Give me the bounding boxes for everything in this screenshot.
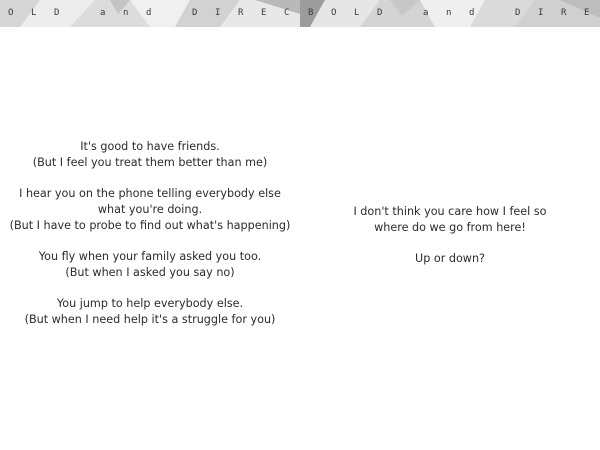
poem-line: where do we go from here! <box>374 221 526 234</box>
banner-letter: n <box>123 8 129 18</box>
banner-letter <box>492 0 515 27</box>
poem-line: Up or down? <box>415 252 485 265</box>
left-poem: It's good to have friends. (But I feel y… <box>0 139 300 343</box>
poem-stanza: It's good to have friends. (But I feel y… <box>0 139 300 171</box>
banner-letter: I <box>538 8 544 18</box>
left-banner-text: O L D a n d D I R E C <box>8 0 300 27</box>
poem-stanza: I hear you on the phone telling everybod… <box>0 186 300 234</box>
banner-letter: D <box>377 8 383 18</box>
poem-line: You fly when your family asked you too. <box>38 250 262 263</box>
right-poem: I don't think you care how I feel so whe… <box>300 204 600 282</box>
banner-letter: L <box>31 8 37 18</box>
banner-letter: O <box>8 8 14 18</box>
poem-line: what you're doing. <box>97 203 203 216</box>
banner-letter: D <box>515 8 521 18</box>
banner-letter: a <box>100 8 106 18</box>
poem-line: It's good to have friends. <box>80 140 220 153</box>
right-banner-text: B O L D a n d D I R E <box>308 0 600 27</box>
poem-stanza: You jump to help everybody else. (But wh… <box>0 296 300 328</box>
poem-stanza: You fly when your family asked you too. … <box>0 249 300 281</box>
banner-letter <box>169 0 192 27</box>
banner-letter: a <box>423 8 429 18</box>
poem-line: You jump to help everybody else. <box>56 297 244 310</box>
banner-letter: D <box>54 8 60 18</box>
poem-line: I hear you on the phone telling everybod… <box>19 187 281 200</box>
banner-letter <box>400 0 423 27</box>
banner-letter: d <box>469 8 475 18</box>
banner-letter: I <box>215 8 221 18</box>
banner-letter: L <box>354 8 360 18</box>
banner-letter: E <box>261 8 267 18</box>
banner-letter: O <box>331 8 337 18</box>
banner-letter: D <box>192 8 198 18</box>
poem-line: (But when I need help it's a struggle fo… <box>24 313 276 326</box>
banner-letter: n <box>446 8 452 18</box>
poem-line: I don't think you care how I feel so <box>353 205 547 218</box>
right-page-header-banner: B O L D a n d D I R E <box>300 0 600 27</box>
banner-letter: d <box>146 8 152 18</box>
banner-letter: R <box>238 8 244 18</box>
book-spread: O L D a n d D I R E C It's good to have … <box>0 0 600 450</box>
right-page: B O L D a n d D I R E I don't think you … <box>300 0 600 450</box>
banner-letter: E <box>584 8 590 18</box>
left-page: O L D a n d D I R E C It's good to have … <box>0 0 300 450</box>
poem-line: (But when I asked you say no) <box>65 266 235 279</box>
banner-letter: R <box>561 8 567 18</box>
poem-line: (But I feel you treat them better than m… <box>32 156 268 169</box>
banner-letter: C <box>284 8 290 18</box>
banner-letter <box>77 0 100 27</box>
poem-stanza: Up or down? <box>300 251 600 267</box>
poem-line: (But I have to probe to find out what's … <box>9 219 291 232</box>
banner-letter: B <box>308 8 314 18</box>
poem-stanza: I don't think you care how I feel so whe… <box>300 204 600 236</box>
left-page-header-banner: O L D a n d D I R E C <box>0 0 300 27</box>
